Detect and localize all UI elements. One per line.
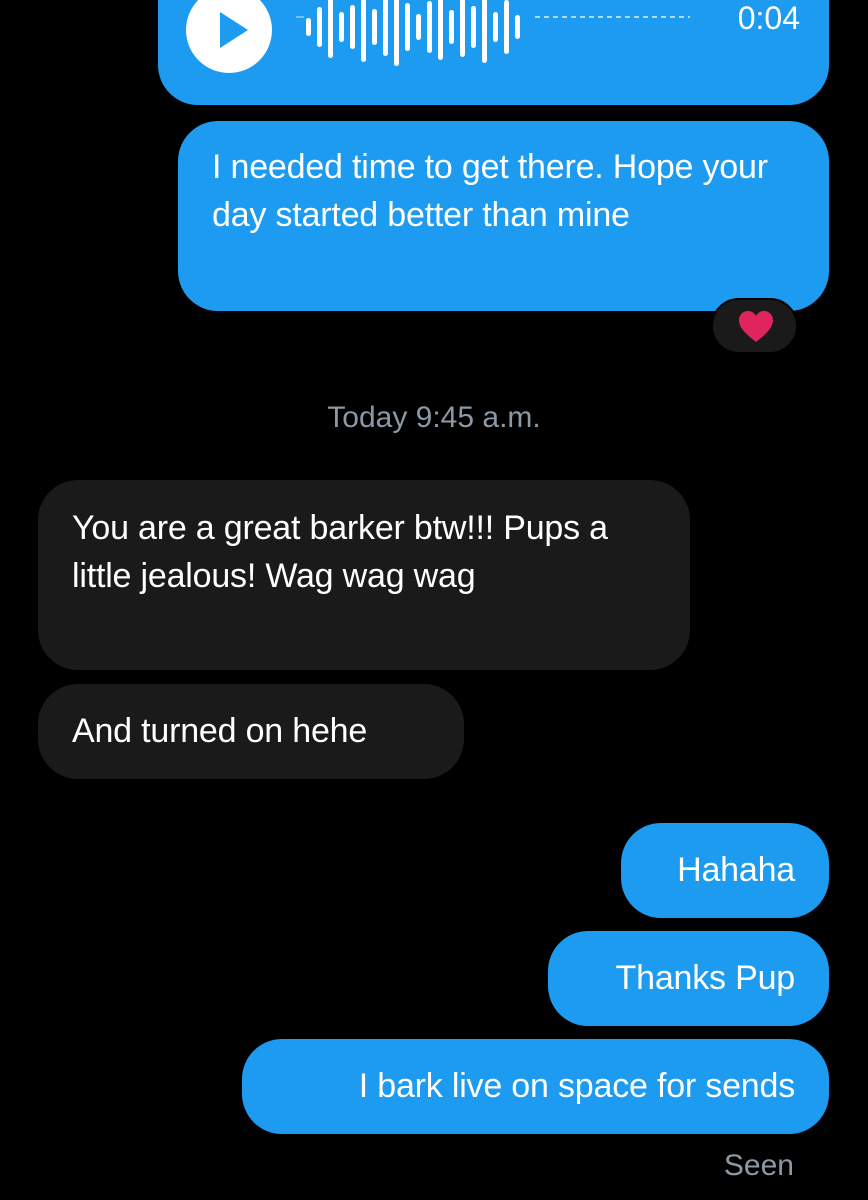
read-receipt: Seen <box>723 1149 794 1182</box>
waveform-bar <box>328 0 333 58</box>
heart-icon <box>739 311 773 342</box>
waveform-bar <box>482 0 487 63</box>
waveform-bar <box>405 3 410 51</box>
waveform-bar <box>438 0 443 60</box>
outgoing-message[interactable]: Thanks Pup <box>548 931 829 1026</box>
waveform-bar <box>317 7 322 47</box>
outgoing-message[interactable]: I bark live on space for sends <box>242 1039 829 1134</box>
outgoing-message[interactable]: I needed time to get there. Hope your da… <box>178 121 829 311</box>
outgoing-message[interactable]: Hahaha <box>621 823 829 918</box>
waveform-bar <box>449 10 454 44</box>
waveform-icon[interactable] <box>290 0 690 80</box>
waveform-bar <box>350 5 355 49</box>
reaction-badge[interactable] <box>711 298 798 354</box>
waveform-bar <box>372 9 377 45</box>
waveform-bar <box>306 18 311 36</box>
voice-duration: 0:04 <box>737 0 800 36</box>
waveform-bar <box>339 12 344 42</box>
waveform-bar <box>471 6 476 48</box>
waveform-bar <box>383 0 388 56</box>
waveform-bar <box>361 0 366 62</box>
timestamp-divider: Today 9:45 a.m. <box>327 401 541 434</box>
play-icon <box>220 12 248 48</box>
waveform-bar <box>515 15 520 39</box>
waveform-bar <box>460 0 465 57</box>
incoming-message[interactable]: And turned on hehe <box>38 684 464 779</box>
waveform-bar <box>394 0 399 66</box>
waveform-bar <box>427 1 432 53</box>
waveform-bar <box>493 12 498 42</box>
incoming-message[interactable]: You are a great barker btw!!! Pups a lit… <box>38 480 690 670</box>
waveform-bar <box>504 0 509 54</box>
waveform-bar <box>416 14 421 40</box>
